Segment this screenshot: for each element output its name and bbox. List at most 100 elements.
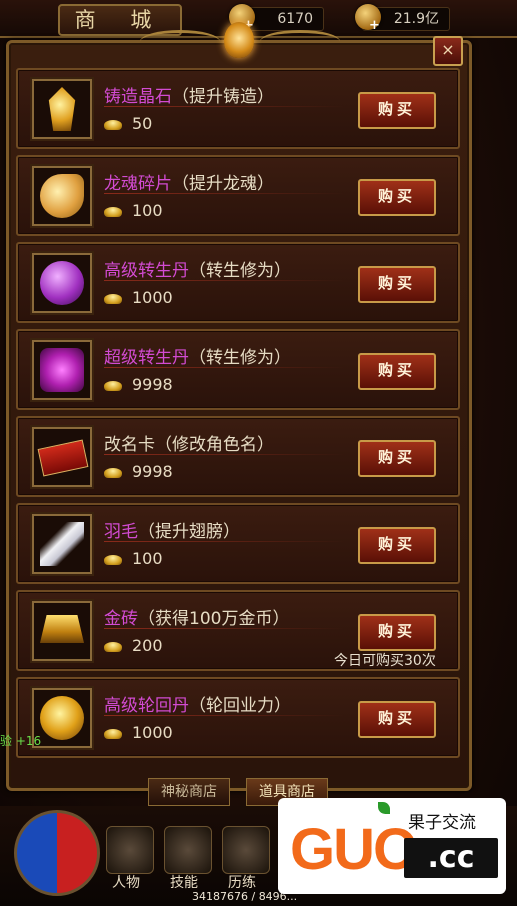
close-button[interactable]: × [433,36,463,66]
ingot-icon [104,641,122,652]
watermark-domain: .cc [404,838,498,878]
ingot-icon [104,293,122,304]
tab-mystery-shop[interactable]: 神秘商店 [148,778,230,806]
item-desc: （提升铸造） [172,87,274,107]
item-name: 改名卡 [104,435,155,455]
item-price: 200 [104,636,163,655]
dragon-soul-icon [40,174,84,218]
divider [104,280,344,281]
character-icon[interactable] [106,826,154,874]
item-price: 9998 [104,462,173,481]
buy-button[interactable]: 购买 [358,266,436,303]
skill-icon[interactable] [164,826,212,874]
shop-item-row: 超级转生丹（转生修为） 9998 购买 [16,329,460,410]
item-desc: （修改角色名） [155,435,274,455]
shop-item-row: 高级转生丹（转生修为） 1000 购买 [16,242,460,323]
dragon-crest [140,18,340,62]
shop-item-row: 羽毛（提升翅膀） 100 购买 [16,503,460,584]
price-value: 9998 [132,375,173,394]
daily-limit-note: 今日可购买30次 [334,653,436,669]
item-desc: （提升翅膀） [138,522,240,542]
item-name-line: 金砖（获得100万金币） [104,604,289,629]
shop-item-row: 龙魂碎片（提升龙魂） 100 购买 [16,155,460,236]
item-name: 羽毛 [104,522,138,542]
item-name-line: 龙魂碎片（提升龙魂） [104,169,274,194]
ingot-icon [104,728,122,739]
leaf-icon [378,802,390,814]
buy-button[interactable]: 购买 [358,179,436,216]
item-name-line: 改名卡（修改角色名） [104,430,274,455]
price-value: 1000 [132,288,173,307]
item-icon-frame[interactable] [32,79,92,139]
divider [104,193,344,194]
reincarnation-pill-icon [40,696,84,740]
item-name-line: 羽毛（提升翅膀） [104,517,240,542]
watermark-logo: GUO 果子交流 .cc [278,798,506,894]
item-price: 1000 [104,288,173,307]
item-name-line: 高级转生丹（转生修为） [104,256,291,281]
super-rebirth-pill-icon [40,348,84,392]
ingot-icon [104,119,122,130]
shop-item-row: 高级轮回丹（轮回业力） 1000 购买 [16,677,460,758]
character-label: 人物 [112,875,140,891]
divider [104,454,344,455]
skill-label: 技能 [170,875,198,891]
right-dragon-icon [260,30,340,53]
shop-item-row: 改名卡（修改角色名） 9998 购买 [16,416,460,497]
divider [104,367,344,368]
ingot-icon [104,206,122,217]
buy-button[interactable]: 购买 [358,440,436,477]
item-icon-frame[interactable] [32,514,92,574]
buy-button[interactable]: 购买 [358,527,436,564]
ingot-icon [104,380,122,391]
item-name: 金砖 [104,609,138,629]
price-value: 100 [132,201,163,220]
price-value: 1000 [132,723,173,742]
rename-card-icon [37,439,89,477]
item-price: 9998 [104,375,173,394]
item-price: 100 [104,201,163,220]
ingot-value: 21.9亿 [393,11,439,27]
yinyang-orb-icon[interactable] [14,810,100,896]
item-desc: （转生修为） [189,261,291,281]
watermark-brand: GUO [290,817,418,882]
gold-brick-icon [40,615,84,643]
item-price: 100 [104,549,163,568]
crest-gem-icon [224,22,254,58]
item-name: 龙魂碎片 [104,174,172,194]
item-icon-frame[interactable] [32,601,92,661]
add-ingot-icon[interactable]: + [369,15,380,37]
ingot-icon [104,554,122,565]
item-name: 高级轮回丹 [104,696,189,716]
buy-button[interactable]: 购买 [358,614,436,651]
watermark-cn: 果子交流 [408,813,476,833]
buy-button[interactable]: 购买 [358,353,436,390]
item-name-line: 超级转生丹（转生修为） [104,343,291,368]
price-value: 9998 [132,462,173,481]
buy-button[interactable]: 购买 [358,92,436,129]
rebirth-pill-icon [40,261,84,305]
divider [104,106,344,107]
item-name: 铸造晶石 [104,87,172,107]
buy-button[interactable]: 购买 [358,701,436,738]
crystal-icon [48,87,76,131]
item-icon-frame[interactable] [32,427,92,487]
shop-item-row: 金砖（获得100万金币） 200 购买今日可购买30次 [16,590,460,671]
item-price: 50 [104,114,152,133]
item-name-line: 铸造晶石（提升铸造） [104,82,274,107]
ingot-resource: + 21.9亿 [355,4,450,33]
shop-item-row: 铸造晶石（提升铸造） 50 购买 [16,68,460,149]
price-value: 100 [132,549,163,568]
divider [104,715,344,716]
item-icon-frame[interactable] [32,253,92,313]
feather-icon [40,522,84,566]
item-name: 高级转生丹 [104,261,189,281]
item-icon-frame[interactable] [32,340,92,400]
divider [104,628,344,629]
price-value: 200 [132,636,163,655]
item-desc: （转生修为） [189,348,291,368]
training-icon[interactable] [222,826,270,874]
item-desc: （获得100万金币） [138,609,290,629]
item-price: 1000 [104,723,173,742]
item-icon-frame[interactable] [32,166,92,226]
